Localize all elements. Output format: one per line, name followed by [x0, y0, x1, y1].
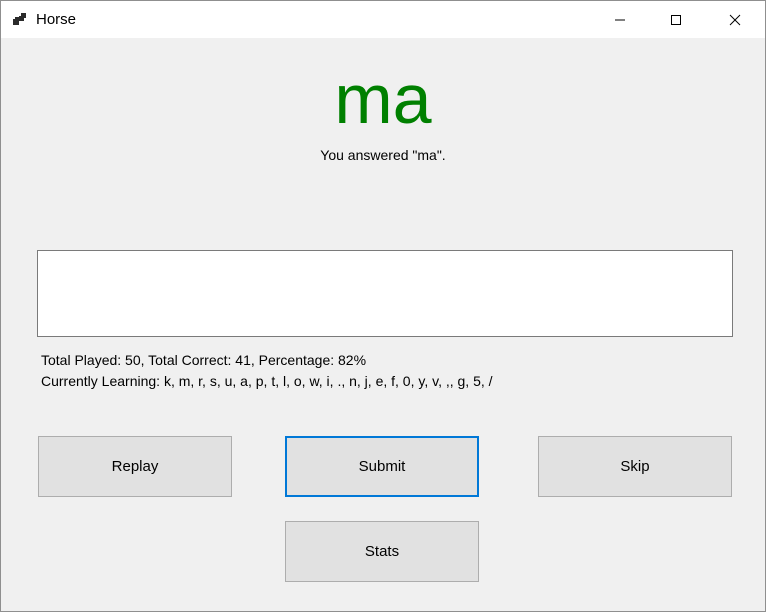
app-window: Horse ma You answered "ma". Total Played… [0, 0, 766, 612]
stats-summary: Total Played: 50, Total Correct: 41, Per… [41, 352, 367, 368]
minimize-button[interactable] [597, 1, 643, 38]
currently-learning: Currently Learning: k, m, r, s, u, a, p,… [41, 373, 493, 389]
window-title: Horse [36, 11, 77, 28]
skip-button[interactable]: Skip [538, 436, 732, 497]
answer-message: You answered "ma". [320, 147, 446, 163]
submit-button[interactable]: Submit [285, 436, 479, 497]
title-bar[interactable]: Horse [1, 1, 765, 38]
replay-button[interactable]: Replay [38, 436, 232, 497]
close-button[interactable] [712, 1, 758, 38]
maximize-button[interactable] [653, 1, 699, 38]
app-windows-icon [12, 12, 28, 28]
close-icon [729, 14, 741, 26]
maximize-icon [670, 14, 682, 26]
answer-input[interactable] [37, 250, 733, 337]
big-answer-display: ma [334, 60, 432, 138]
minimize-icon [614, 14, 626, 26]
stats-button[interactable]: Stats [285, 521, 479, 582]
